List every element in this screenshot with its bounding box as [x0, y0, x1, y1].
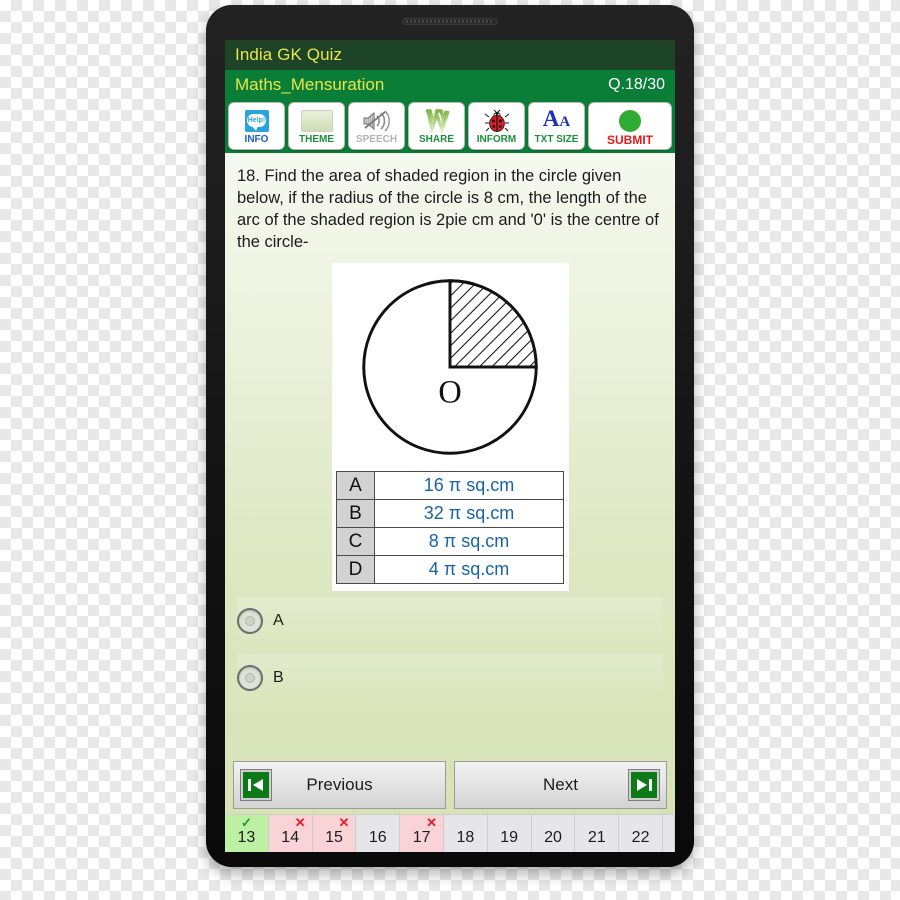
theme-button-label: THEME	[299, 133, 334, 145]
question-cell-16[interactable]: 16	[356, 815, 401, 852]
text-size-button-label: TXT SIZE	[534, 133, 579, 145]
option-row[interactable]: A 16 π sq.cm	[336, 471, 564, 500]
inform-button[interactable]: INFORM	[468, 102, 525, 150]
question-cell-21[interactable]: 21	[575, 815, 620, 852]
inform-button-label: INFORM	[476, 133, 517, 145]
toolbar: Help! INFO THEME SPEECH SHARE INFORM AA …	[225, 99, 675, 153]
previous-button[interactable]: Previous	[233, 761, 446, 809]
question-cell-number: 13	[237, 829, 256, 846]
question-cell-number: 19	[500, 829, 519, 846]
skip-to-start-icon	[240, 769, 272, 801]
question-number-strip: ✓ 13 ✕ 14 ✕ 15 16 ✕ 17 18 19 20 21 22	[225, 814, 675, 852]
speech-button[interactable]: SPEECH	[348, 102, 405, 150]
next-button-label: Next	[543, 775, 578, 794]
app-title: India GK Quiz	[235, 45, 343, 64]
theme-swatch-icon	[300, 108, 333, 134]
answer-choice-a-label: A	[273, 612, 284, 629]
radio-button-b[interactable]	[237, 665, 263, 691]
question-cell-partial[interactable]	[662, 815, 675, 852]
question-figure-card: O A 16 π sq.cm B 32 π sq.cm C 8 π sq.cm …	[331, 263, 569, 591]
info-button-label: INFO	[244, 133, 269, 145]
share-button[interactable]: SHARE	[408, 102, 465, 150]
option-value: 16 π sq.cm	[374, 471, 564, 500]
font-size-icon: AA	[542, 106, 571, 131]
answer-choice-b[interactable]: B	[237, 654, 663, 702]
cross-icon: ✕	[338, 815, 350, 830]
topic-bar: Maths_Mensuration Q.18/30	[225, 70, 675, 99]
options-table: A 16 π sq.cm B 32 π sq.cm C 8 π sq.cm D …	[336, 471, 564, 584]
option-key: B	[336, 499, 375, 528]
whatsapp-share-icon	[423, 108, 451, 134]
question-cell-number: 21	[587, 829, 606, 846]
question-cell-15[interactable]: ✕ 15	[312, 815, 357, 852]
next-button[interactable]: Next	[454, 761, 667, 809]
cross-icon: ✕	[294, 815, 306, 830]
question-cell-number: 22	[631, 829, 650, 846]
cross-icon: ✕	[426, 815, 437, 830]
navigation-bar: Previous Next	[225, 757, 675, 814]
option-row[interactable]: B 32 π sq.cm	[336, 499, 564, 528]
option-key: C	[336, 527, 375, 556]
check-icon: ✓	[240, 815, 252, 830]
question-cell-17[interactable]: ✕ 17	[400, 815, 444, 852]
option-row[interactable]: C 8 π sq.cm	[336, 527, 564, 556]
question-cell-number: 20	[544, 829, 562, 846]
question-pane: 18. Find the area of shaded region in th…	[225, 153, 675, 814]
answer-choice-a[interactable]: A	[237, 597, 663, 645]
question-cell-13[interactable]: ✓ 13	[225, 815, 269, 852]
question-cell-number: 15	[325, 829, 343, 846]
text-size-button[interactable]: AA TXT SIZE	[528, 102, 585, 150]
speech-button-label: SPEECH	[355, 133, 398, 145]
answer-choice-list: A B	[225, 591, 675, 702]
answer-choice-b-label: B	[273, 669, 284, 686]
phone-screen: India GK Quiz Maths_Mensuration Q.18/30 …	[225, 40, 675, 852]
circle-centre-label: O	[438, 373, 461, 409]
phone-device: India GK Quiz Maths_Mensuration Q.18/30 …	[206, 5, 694, 867]
option-value: 8 π sq.cm	[374, 527, 564, 556]
option-key: D	[336, 555, 375, 584]
submit-button-label: SUBMIT	[607, 132, 653, 147]
question-counter: Q.18/30	[608, 75, 665, 93]
question-cell-number: 17	[412, 829, 431, 846]
submit-button[interactable]: SUBMIT	[588, 102, 672, 150]
question-cell-14[interactable]: ✕ 14	[268, 815, 313, 852]
question-cell-number: 18	[456, 829, 475, 846]
option-row[interactable]: D 4 π sq.cm	[336, 555, 564, 584]
app-title-bar: India GK Quiz	[225, 40, 675, 70]
skip-to-end-icon	[628, 769, 660, 801]
info-button[interactable]: Help! INFO	[228, 102, 285, 150]
circle-with-shaded-quadrant-icon: O	[362, 279, 538, 455]
muted-speaker-icon	[362, 108, 392, 134]
question-cell-number: 14	[281, 829, 300, 846]
theme-button[interactable]: THEME	[288, 102, 345, 150]
help-bubble-icon: Help!	[244, 108, 269, 134]
question-cell-number: 16	[368, 829, 387, 846]
previous-button-label: Previous	[306, 775, 373, 794]
share-button-label: SHARE	[418, 133, 454, 145]
topic-label: Maths_Mensuration	[235, 74, 385, 94]
question-cell-19[interactable]: 19	[487, 815, 532, 852]
question-cell-18[interactable]: 18	[443, 815, 488, 852]
ladybug-icon	[484, 108, 510, 134]
green-circle-icon	[619, 108, 641, 134]
radio-button-a[interactable]	[237, 608, 263, 634]
option-key: A	[336, 471, 375, 500]
option-value: 4 π sq.cm	[374, 555, 564, 584]
speaker-grille-icon	[402, 18, 498, 25]
question-cell-22[interactable]: 22	[619, 815, 663, 852]
option-value: 32 π sq.cm	[374, 499, 564, 528]
speaker-holes	[406, 20, 494, 23]
question-cell-20[interactable]: 20	[531, 815, 576, 852]
question-text: 18. Find the area of shaded region in th…	[237, 167, 659, 251]
